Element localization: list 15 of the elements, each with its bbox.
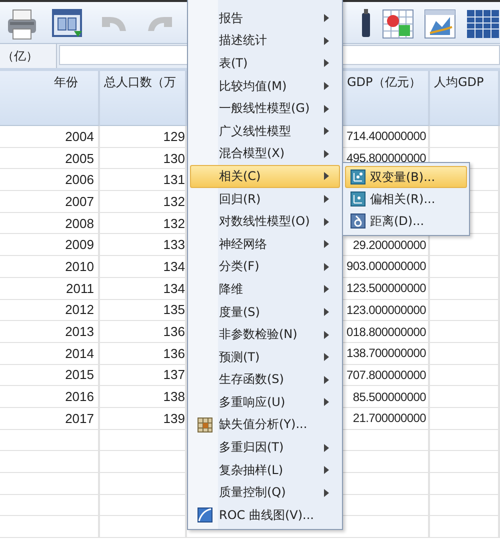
table-cell: 2009 [0,234,100,256]
table-cell: 2017 [0,408,100,430]
table-cell: 2010 [0,256,100,278]
table-cell: 2014 [0,342,100,365]
table-cell: 2008 [0,212,100,234]
table-cell: 2006 [0,169,100,192]
table-cell: 2011 [0,278,100,300]
table-cell: 2015 [0,364,100,386]
table-cell: 2005 [0,148,100,170]
table-cell: 2012 [0,300,100,322]
cell-reference: （亿） [0,44,57,68]
table-cell: 2004 [0,126,100,148]
table-cell: 2007 [0,191,100,213]
table-cell: 2016 [0,386,100,408]
table-cell: 2013 [0,321,100,343]
